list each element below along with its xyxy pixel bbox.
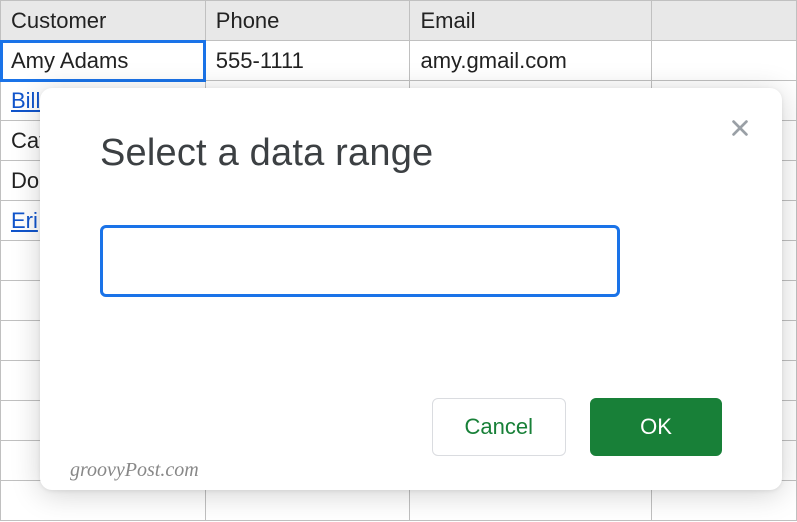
dialog-title: Select a data range — [100, 132, 722, 175]
dialog-actions: Cancel OK — [432, 398, 722, 456]
cell-email-0[interactable]: amy.gmail.com — [410, 41, 652, 81]
header-email[interactable]: Email — [410, 1, 652, 41]
close-icon — [729, 117, 751, 144]
select-data-range-dialog: Select a data range Cancel OK groovyPost… — [40, 88, 782, 490]
table-row: Amy Adams 555-1111 amy.gmail.com — [1, 41, 797, 81]
header-row: Customer Phone Email — [1, 1, 797, 41]
close-button[interactable] — [726, 116, 754, 144]
link-customer-4[interactable]: Eri — [11, 208, 38, 233]
cancel-button[interactable]: Cancel — [432, 398, 566, 456]
header-blank[interactable] — [652, 1, 797, 41]
data-range-input[interactable] — [100, 225, 620, 297]
cell-phone-0[interactable]: 555-1111 — [205, 41, 410, 81]
header-phone[interactable]: Phone — [205, 1, 410, 41]
ok-button[interactable]: OK — [590, 398, 722, 456]
header-customer[interactable]: Customer — [1, 1, 206, 41]
link-customer-1[interactable]: Bill — [11, 88, 40, 113]
cell-blank-0[interactable] — [652, 41, 797, 81]
watermark-text: groovyPost.com — [70, 459, 199, 482]
cell-customer-0[interactable]: Amy Adams — [1, 41, 206, 81]
